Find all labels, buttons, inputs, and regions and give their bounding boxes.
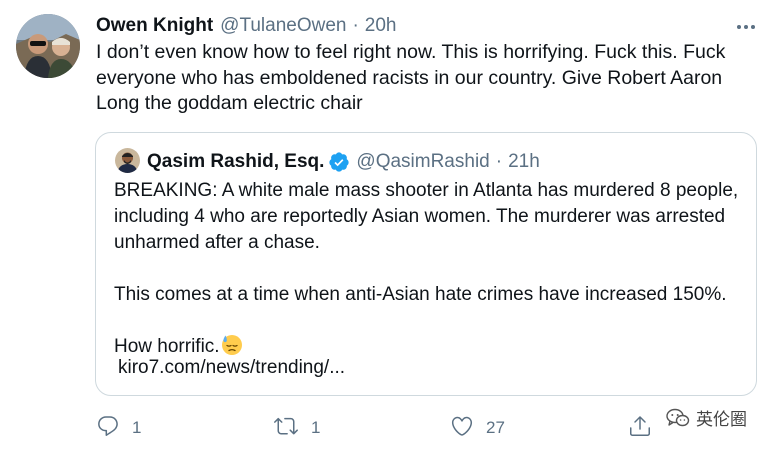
like-button[interactable]: 27 xyxy=(450,410,505,446)
author-avatar[interactable] xyxy=(16,14,80,78)
retweet-icon xyxy=(273,414,299,443)
quoted-author-handle[interactable]: @QasimRashid xyxy=(356,149,489,175)
retweet-count: 1 xyxy=(311,418,321,437)
retweet-button[interactable]: 1 xyxy=(273,410,320,446)
quoted-tweet-header: Qasim Rashid, Esq. @QasimRashid · 21h xyxy=(147,149,540,175)
like-count: 27 xyxy=(486,418,505,437)
quoted-paragraph-2: This comes at a time when anti-Asian hat… xyxy=(114,284,727,305)
quoted-author-avatar[interactable] xyxy=(115,148,140,173)
quoted-tweet-text: BREAKING: A white male mass shooter in A… xyxy=(114,178,750,364)
quoted-tweet-timestamp[interactable]: 21h xyxy=(508,149,540,175)
reply-button[interactable]: 1 xyxy=(96,410,141,446)
tweet[interactable]: Owen Knight @TulaneOwen · 20h I don’t ev… xyxy=(0,0,776,450)
heart-icon xyxy=(450,414,474,443)
quoted-tweet[interactable]: Qasim Rashid, Esq. @QasimRashid · 21h BR… xyxy=(95,132,757,396)
verified-badge-icon xyxy=(328,151,350,173)
tweet-header: Owen Knight @TulaneOwen · 20h xyxy=(96,13,397,39)
reply-count: 1 xyxy=(132,418,142,437)
quoted-paragraph-3: How horrific. xyxy=(114,336,220,357)
reply-icon xyxy=(96,414,120,443)
tweet-actions: 1 1 27 xyxy=(0,410,776,446)
author-handle[interactable]: @TulaneOwen xyxy=(220,13,346,39)
tweet-text: I don’t even know how to feel right now.… xyxy=(96,41,726,114)
quoted-tweet-link[interactable]: kiro7.com/news/trending/... xyxy=(118,355,345,381)
author-name[interactable]: Owen Knight xyxy=(96,13,213,39)
quoted-header-separator: · xyxy=(495,151,503,172)
tweet-timestamp[interactable]: 20h xyxy=(365,13,397,39)
share-icon xyxy=(628,414,652,443)
quoted-author-name[interactable]: Qasim Rashid, Esq. xyxy=(147,149,324,175)
watermark: 英伦圈 xyxy=(666,405,747,430)
quoted-paragraph-1: BREAKING: A white male mass shooter in A… xyxy=(114,180,739,253)
more-options-button[interactable] xyxy=(734,14,758,38)
header-separator: · xyxy=(352,15,359,36)
watermark-text: 英伦圈 xyxy=(696,410,747,429)
share-button[interactable] xyxy=(628,410,652,446)
more-horizontal-icon xyxy=(736,17,756,35)
wechat-icon xyxy=(666,408,690,428)
